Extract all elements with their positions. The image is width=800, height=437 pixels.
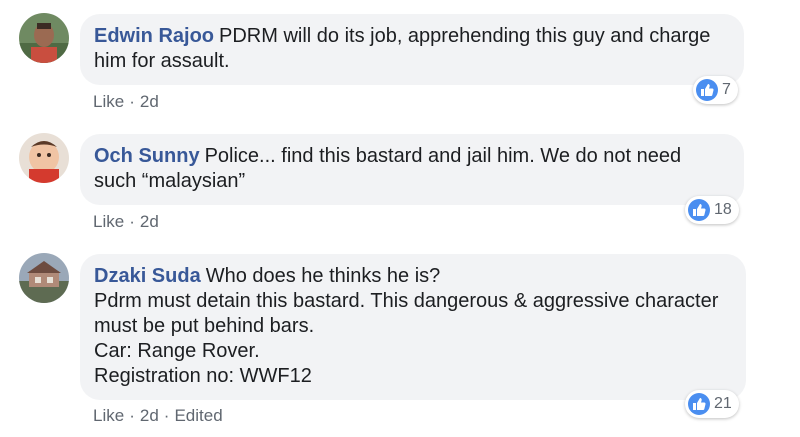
reaction-count-badge[interactable]: 18: [685, 196, 739, 224]
profile-photo-icon: [19, 13, 69, 63]
avatar[interactable]: [19, 133, 69, 183]
author-name[interactable]: Edwin Rajoo: [94, 25, 214, 47]
comment-text: Police... find this bastard and jail him…: [204, 145, 682, 167]
comment-actions: Like · 2d: [93, 212, 159, 232]
profile-photo-icon: [19, 253, 69, 303]
comment-text: Car: Range Rover.: [94, 340, 260, 362]
thumbs-up-icon: [688, 199, 710, 221]
like-link[interactable]: Like: [93, 406, 124, 425]
reaction-count: 21: [714, 395, 732, 412]
avatar[interactable]: [19, 13, 69, 63]
reaction-count-badge[interactable]: 7: [693, 76, 738, 104]
profile-photo-icon: [19, 133, 69, 183]
thumbs-up-icon: [688, 393, 710, 415]
separator: ·: [129, 212, 135, 231]
comment-actions: Like · 2d · Edited: [93, 406, 223, 426]
like-link[interactable]: Like: [93, 92, 124, 111]
comment-text: Pdrm must detain this bastard. This dang…: [94, 290, 719, 312]
comment-text: him for assault.: [94, 50, 230, 72]
comment-text: PDRM will do its job, apprehending this …: [219, 25, 711, 47]
comment-bubble: Edwin Rajoo PDRM will do its job, apprehe…: [80, 14, 744, 85]
timestamp[interactable]: 2d: [140, 92, 159, 111]
timestamp[interactable]: 2d: [140, 406, 159, 425]
author-name[interactable]: Dzaki Suda: [94, 265, 201, 287]
timestamp[interactable]: 2d: [140, 212, 159, 231]
avatar[interactable]: [19, 253, 69, 303]
separator: ·: [129, 406, 135, 425]
comment-text: Registration no: WWF12: [94, 365, 312, 387]
comment-bubble: Och Sunny Police... find this bastard and…: [80, 134, 744, 205]
comment-actions: Like · 2d: [93, 92, 159, 112]
comment-text: Who does he thinks he is?: [205, 265, 441, 287]
separator: ·: [163, 406, 170, 425]
comment-bubble: Dzaki Suda Who does he thinks he is? Pdrm…: [80, 254, 746, 400]
comment-text: such “malaysian”: [94, 170, 246, 192]
reaction-count: 7: [722, 81, 731, 98]
thumbs-up-icon: [696, 79, 718, 101]
separator: ·: [129, 92, 135, 111]
like-link[interactable]: Like: [93, 212, 124, 231]
reaction-count-badge[interactable]: 21: [685, 390, 739, 418]
author-name[interactable]: Och Sunny: [94, 145, 200, 167]
edited-label[interactable]: Edited: [174, 406, 222, 425]
reaction-count: 18: [714, 201, 732, 218]
comment-text: must be put behind bars.: [94, 315, 315, 337]
